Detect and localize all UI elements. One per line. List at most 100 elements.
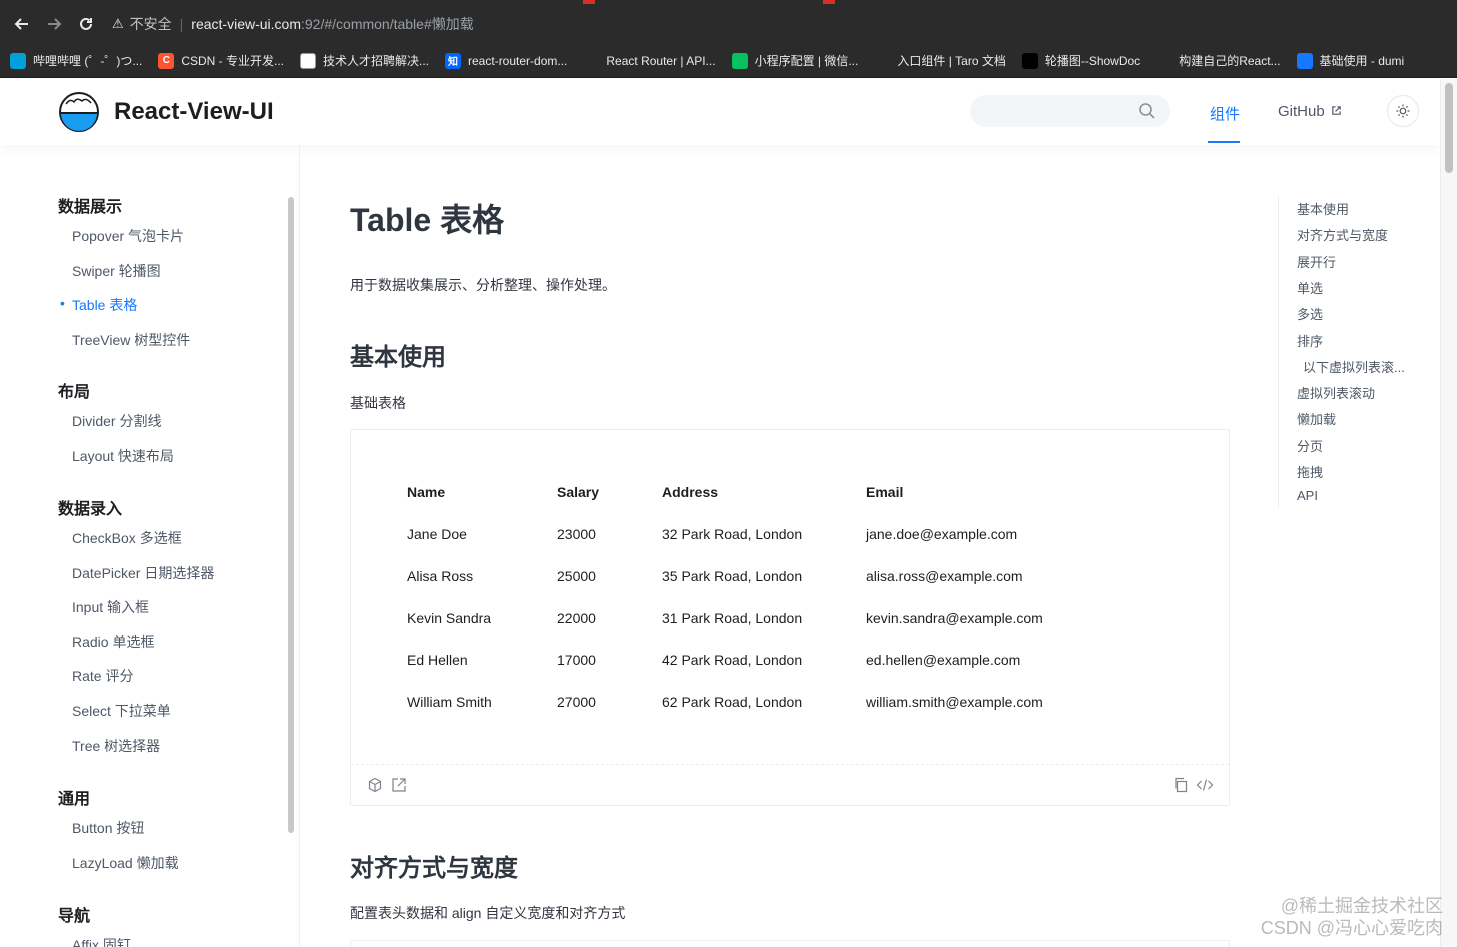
- sidebar-item[interactable]: LazyLoad 懒加载: [72, 853, 179, 873]
- bookmark-label: 入口组件 | Taro 文档: [897, 54, 1006, 68]
- bookmark-item[interactable]: C CSDN - 专业开发...: [158, 52, 284, 69]
- sidebar-item[interactable]: CheckBox 多选框: [72, 528, 182, 548]
- sidebar-item[interactable]: Layout 快速布局: [72, 446, 174, 466]
- address-field[interactable]: ⚠ 不安全 | react-view-ui.com :92/#/common/t…: [112, 9, 474, 39]
- section-align-description: 配置表头数据和 align 自定义宽度和对齐方式: [350, 905, 626, 921]
- watermark-line-2: CSDN @冯心心爱吃肉: [1260, 918, 1443, 938]
- sidebar-item[interactable]: Swiper 轮播图: [72, 261, 161, 281]
- bookmark-label: 哔哩哔哩 (゜-゜)つ...: [33, 54, 143, 68]
- bookmark-label: 技术人才招聘解决...: [323, 54, 430, 68]
- main-content: Table 表格 用于数据收集展示、分析整理、操作处理。 基本使用 基础表格 N…: [300, 145, 1278, 947]
- sidebar-scrollbar[interactable]: [288, 197, 294, 833]
- toc-item[interactable]: 单选: [1297, 278, 1323, 297]
- toc-item[interactable]: 基本使用: [1297, 199, 1349, 218]
- toc-item[interactable]: 虚拟列表滚动: [1297, 383, 1375, 402]
- watermark: @稀土掘金技术社区 CSDN @冯心心爱吃肉: [1261, 895, 1443, 939]
- site-header: React-View-UI 组件 GitHub: [0, 79, 1440, 145]
- bookmark-label: 构建自己的React...: [1179, 54, 1281, 68]
- bookmark-label: React Router | API...: [606, 53, 716, 68]
- external-link-icon: [1332, 106, 1341, 115]
- table-cell: Alisa Ross: [407, 568, 474, 584]
- nav-components[interactable]: 组件: [1210, 103, 1240, 124]
- sidebar-item[interactable]: Select 下拉菜单: [72, 701, 171, 721]
- toc-item[interactable]: 对齐方式与宽度: [1297, 225, 1388, 244]
- show-code-button[interactable]: [1196, 776, 1214, 794]
- demo-card: Name Salary Address Email Jane Doe 23000 32 Pa…: [350, 429, 1230, 806]
- table-of-contents: 基本使用对齐方式与宽度 展开行单选多选排序以下虚拟列表滚... 虚拟列表滚动 懒加载分…: [1278, 196, 1428, 508]
- table-cell: Ed Hellen: [407, 652, 468, 668]
- sidebar-item[interactable]: Tree 树选择器: [72, 736, 160, 756]
- demo-preview: Name Salary Address Email Jane Doe 23000 32 Pa…: [351, 430, 1229, 765]
- toc-item[interactable]: 拖拽: [1297, 462, 1323, 481]
- demo-actions: [351, 765, 1229, 805]
- table-cell: jane.doe@example.com: [866, 526, 1018, 542]
- table-cell: 22000: [557, 610, 596, 626]
- toc-item[interactable]: 以下虚拟列表滚...: [1303, 357, 1405, 376]
- search-input[interactable]: [970, 95, 1170, 127]
- toc-item[interactable]: 展开行: [1297, 252, 1336, 271]
- reload-button[interactable]: [70, 8, 102, 40]
- toc-item[interactable]: 多选: [1297, 304, 1323, 323]
- bookmark-item[interactable]: 入口组件 | Taro 文档: [874, 52, 1006, 69]
- bookmark-item[interactable]: 基础使用 - dumi: [1296, 52, 1404, 69]
- sidebar-item[interactable]: Rate 评分: [72, 666, 133, 686]
- copy-code-button[interactable]: [1172, 776, 1190, 794]
- watermark-line-1: @稀土掘金技术社区: [1280, 896, 1443, 916]
- sidebar-group-title: 通用: [58, 791, 91, 808]
- forward-button[interactable]: [38, 8, 70, 40]
- table-header-cell: Name: [407, 484, 446, 500]
- copy-icon: [1175, 777, 1188, 793]
- theme-toggle-button[interactable]: [1387, 95, 1419, 127]
- bookmark-item[interactable]: 知 react-router-dom...: [445, 52, 567, 69]
- warning-icon: ⚠: [112, 16, 124, 31]
- bookmark-item[interactable]: 小程序配置 | 微信...: [731, 52, 859, 69]
- sidebar-item[interactable]: Affix 固钉: [72, 935, 131, 947]
- table-header-cell: Salary: [557, 484, 600, 500]
- sidebar-group-title: 导航: [58, 908, 91, 925]
- table-cell: Kevin Sandra: [407, 610, 492, 626]
- bookmark-item[interactable]: 轮播图--ShowDoc: [1021, 52, 1141, 69]
- codesandbox-icon: [368, 777, 382, 793]
- sidebar-item[interactable]: DatePicker 日期选择器: [72, 563, 214, 583]
- reload-icon: [80, 17, 92, 30]
- table-header-cell: Email: [866, 484, 904, 500]
- toc-item[interactable]: 分页: [1297, 436, 1323, 455]
- bookmark-label: 轮播图--ShowDoc: [1044, 54, 1141, 68]
- external-link-icon: [392, 778, 406, 792]
- code-icon: [1196, 779, 1214, 791]
- bookmark-favicon-icon: 知: [445, 52, 462, 69]
- sidebar-item[interactable]: Button 按钮: [72, 818, 144, 838]
- page-scrollbar[interactable]: [1440, 79, 1457, 947]
- table-cell: 31 Park Road, London: [662, 610, 803, 626]
- toc-item[interactable]: 懒加载: [1297, 409, 1336, 428]
- url-host: react-view-ui.com: [191, 16, 301, 32]
- page-title: Table 表格: [350, 202, 505, 238]
- sidebar-item[interactable]: Popover 气泡卡片: [72, 226, 184, 246]
- url-separator: |: [179, 16, 184, 32]
- open-in-new-tab-button[interactable]: [390, 776, 408, 794]
- brand-title[interactable]: React-View-UI: [114, 98, 274, 126]
- sidebar-item[interactable]: TreeView 树型控件: [72, 330, 190, 350]
- react-view-ui-logo[interactable]: [58, 91, 100, 133]
- bookmark-item[interactable]: React Router | API...: [583, 52, 716, 69]
- bookmark-item[interactable]: 哔哩哔哩 (゜-゜)つ...: [10, 52, 142, 69]
- toc-item[interactable]: API: [1297, 488, 1318, 503]
- table-cell: alisa.ross@example.com: [866, 568, 1023, 584]
- sidebar-item[interactable]: Table 表格: [60, 295, 137, 315]
- sidebar-item[interactable]: Input 输入框: [72, 597, 149, 617]
- sidebar-item[interactable]: Divider 分割线: [72, 411, 161, 431]
- bookmark-item[interactable]: 技术人才招聘解决...: [300, 52, 429, 69]
- back-button[interactable]: [6, 8, 38, 40]
- nav-github[interactable]: GitHub: [1278, 103, 1342, 120]
- table-header-cell: Address: [662, 484, 719, 500]
- sidebar-group-title: 数据录入: [58, 501, 123, 518]
- arrow-left-icon: [14, 18, 28, 30]
- codesandbox-button[interactable]: [366, 776, 384, 794]
- page-scrollbar-thumb[interactable]: [1445, 83, 1453, 173]
- toc-item[interactable]: 排序: [1297, 331, 1323, 350]
- bookmark-label: 小程序配置 | 微信...: [754, 54, 859, 68]
- bookmark-item[interactable]: 构建自己的React...: [1156, 52, 1281, 69]
- sidebar-item[interactable]: Radio 单选框: [72, 632, 154, 652]
- table-cell: 42 Park Road, London: [662, 652, 803, 668]
- bookmark-favicon-icon: [731, 52, 748, 69]
